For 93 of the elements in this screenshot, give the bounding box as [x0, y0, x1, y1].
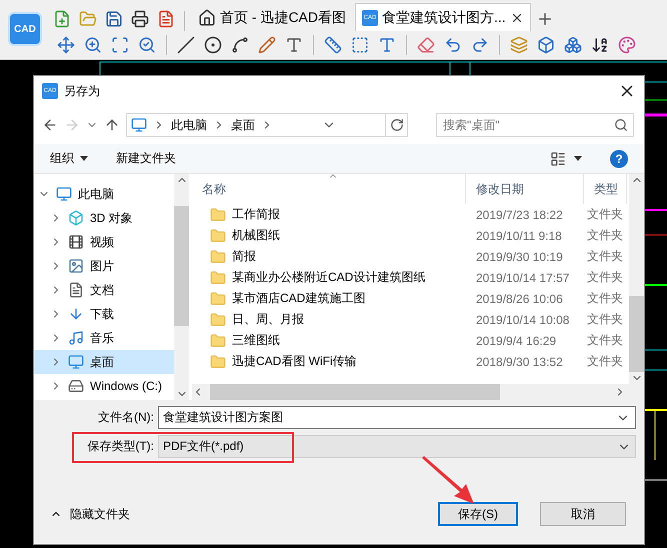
file-type: 文件夹 — [586, 206, 624, 223]
scrollbar[interactable] — [629, 174, 644, 384]
file-name: 某市酒店CAD建筑施工图 — [232, 290, 366, 307]
tree-item[interactable]: 3D 对象 — [34, 206, 174, 230]
folder-icon — [210, 312, 226, 328]
file-name: 日、周、月报 — [232, 311, 304, 328]
modified-date: 2019/7/23 18:22 — [475, 208, 564, 222]
tree-item[interactable]: 桌面 — [34, 350, 174, 374]
dialog-title: 另存为 — [64, 82, 101, 100]
file-type: 文件夹 — [586, 248, 624, 265]
column-header[interactable]: 修改日期 — [466, 174, 584, 204]
breadcrumb-item[interactable]: 此电脑 — [171, 116, 207, 134]
document-tab[interactable]: 首页 - 迅捷CAD看图 — [191, 3, 353, 32]
download-icon — [68, 306, 84, 322]
file-name: 机械图纸 — [232, 227, 280, 244]
hide-folders-button[interactable]: 隐藏文件夹 — [44, 504, 136, 524]
file-name: 工作简报 — [232, 206, 280, 223]
view-icon[interactable] — [550, 150, 566, 166]
cube-icon — [68, 210, 84, 226]
file-name: 三维图纸 — [232, 332, 280, 349]
folder-icon — [210, 206, 226, 222]
document-icon — [68, 282, 84, 298]
folder-icon — [210, 228, 226, 244]
file-name: 迅捷CAD看图 WiFi传输 — [232, 353, 357, 370]
file-type: 文件夹 — [586, 269, 624, 286]
file-name: 简报 — [232, 248, 256, 265]
file-type: 文件夹 — [586, 353, 624, 370]
modified-date: 2019/10/11 9:18 — [475, 228, 563, 242]
refresh-icon — [390, 118, 404, 132]
dialog-button[interactable]: 保存(S) — [438, 502, 518, 526]
up-icon[interactable] — [104, 117, 120, 133]
file-type: 文件夹 — [586, 311, 624, 328]
tree-item[interactable]: 文档 — [34, 278, 174, 302]
folder-icon — [210, 332, 226, 348]
film-icon — [68, 234, 84, 250]
modified-date: 2019/8/26 10:06 — [475, 292, 564, 306]
filename-field[interactable]: 食堂建筑设计图方案图 — [158, 406, 636, 429]
file-type: 文件夹 — [586, 227, 624, 244]
toolbar-button[interactable]: 新建文件夹 — [116, 150, 176, 167]
file-row[interactable]: 三维图纸 2019/9/4 16:29 文件夹 — [192, 330, 629, 351]
dialog-button[interactable]: 取消 — [540, 502, 626, 526]
scrollbar[interactable] — [192, 384, 644, 400]
file-type: 文件夹 — [586, 332, 624, 349]
tree-item[interactable]: 下载 — [34, 302, 174, 326]
computer-icon — [131, 117, 147, 133]
file-row[interactable]: 简报 2019/9/30 10:19 文件夹 — [192, 246, 629, 267]
tab-label: 首页 - 迅捷CAD看图 — [220, 8, 346, 27]
scrollbar[interactable] — [174, 174, 189, 400]
tab-label: 食堂建筑设计图方... — [382, 8, 506, 27]
modified-date: 2019/9/4 16:29 — [475, 334, 558, 348]
file-row[interactable]: 机械图纸 2019/10/11 9:18 文件夹 — [192, 225, 629, 246]
modified-date: 2018/9/30 13:52 — [475, 354, 564, 368]
toolbar-button[interactable]: 组织 — [50, 150, 88, 167]
file-type: 文件夹 — [586, 290, 624, 307]
tree-item[interactable]: Windows (C:) — [34, 374, 174, 398]
file-row[interactable]: 工作简报 2019/7/23 18:22 文件夹 — [192, 204, 629, 225]
computer-icon — [56, 186, 72, 202]
column-header[interactable]: 类型 — [584, 174, 627, 204]
home-icon — [198, 8, 216, 27]
selected-file-type: PDF文件(*.pdf) — [163, 438, 245, 455]
app-logo[interactable]: CAD — [8, 12, 42, 46]
help-icon[interactable]: ? — [610, 150, 628, 168]
folder-icon — [210, 354, 226, 370]
field-label: 文件名(N): — [97, 409, 155, 426]
modified-date: 2019/10/14 10:08 — [475, 312, 570, 326]
tree-item[interactable]: 图片 — [34, 254, 174, 278]
tree-item[interactable]: 视频 — [34, 230, 174, 254]
modified-date: 2019/9/30 10:19 — [475, 250, 564, 264]
search-field[interactable]: 搜索"桌面" — [436, 113, 634, 137]
field-label: 保存类型(T): — [86, 438, 155, 455]
tree-item[interactable]: 此电脑 — [34, 182, 174, 206]
back-icon[interactable] — [42, 117, 58, 133]
file-row[interactable]: 日、周、月报 2019/10/14 10:08 文件夹 — [192, 309, 629, 330]
drive-icon — [68, 378, 84, 394]
address-bar[interactable]: 此电脑 桌面 — [126, 113, 408, 137]
image-icon — [68, 258, 84, 274]
music-icon — [68, 330, 84, 346]
folder-icon — [210, 248, 226, 264]
file-row[interactable]: 某商业办公楼附近CAD设计建筑图纸 2019/10/14 17:57 文件夹 — [192, 267, 629, 288]
desktop-icon — [68, 354, 84, 370]
file-row[interactable]: 迅捷CAD看图 WiFi传输 2018/9/30 13:52 文件夹 — [192, 351, 629, 372]
breadcrumb-item[interactable]: 桌面 — [231, 116, 255, 134]
file-type-select[interactable]: PDF文件(*.pdf) — [158, 435, 636, 458]
folder-icon — [210, 270, 226, 286]
column-header[interactable]: 名称 — [192, 174, 466, 204]
file-row[interactable]: 某市酒店CAD建筑施工图 2019/8/26 10:06 文件夹 — [192, 288, 629, 309]
pointer-arrow — [420, 456, 476, 506]
tree-item[interactable]: 音乐 — [34, 326, 174, 350]
caret-icon[interactable] — [574, 156, 582, 161]
folder-icon — [210, 290, 226, 306]
modified-date: 2019/10/14 17:57 — [475, 270, 570, 284]
file-name: 某商业办公楼附近CAD设计建筑图纸 — [232, 269, 426, 286]
search-icon[interactable] — [614, 118, 628, 132]
